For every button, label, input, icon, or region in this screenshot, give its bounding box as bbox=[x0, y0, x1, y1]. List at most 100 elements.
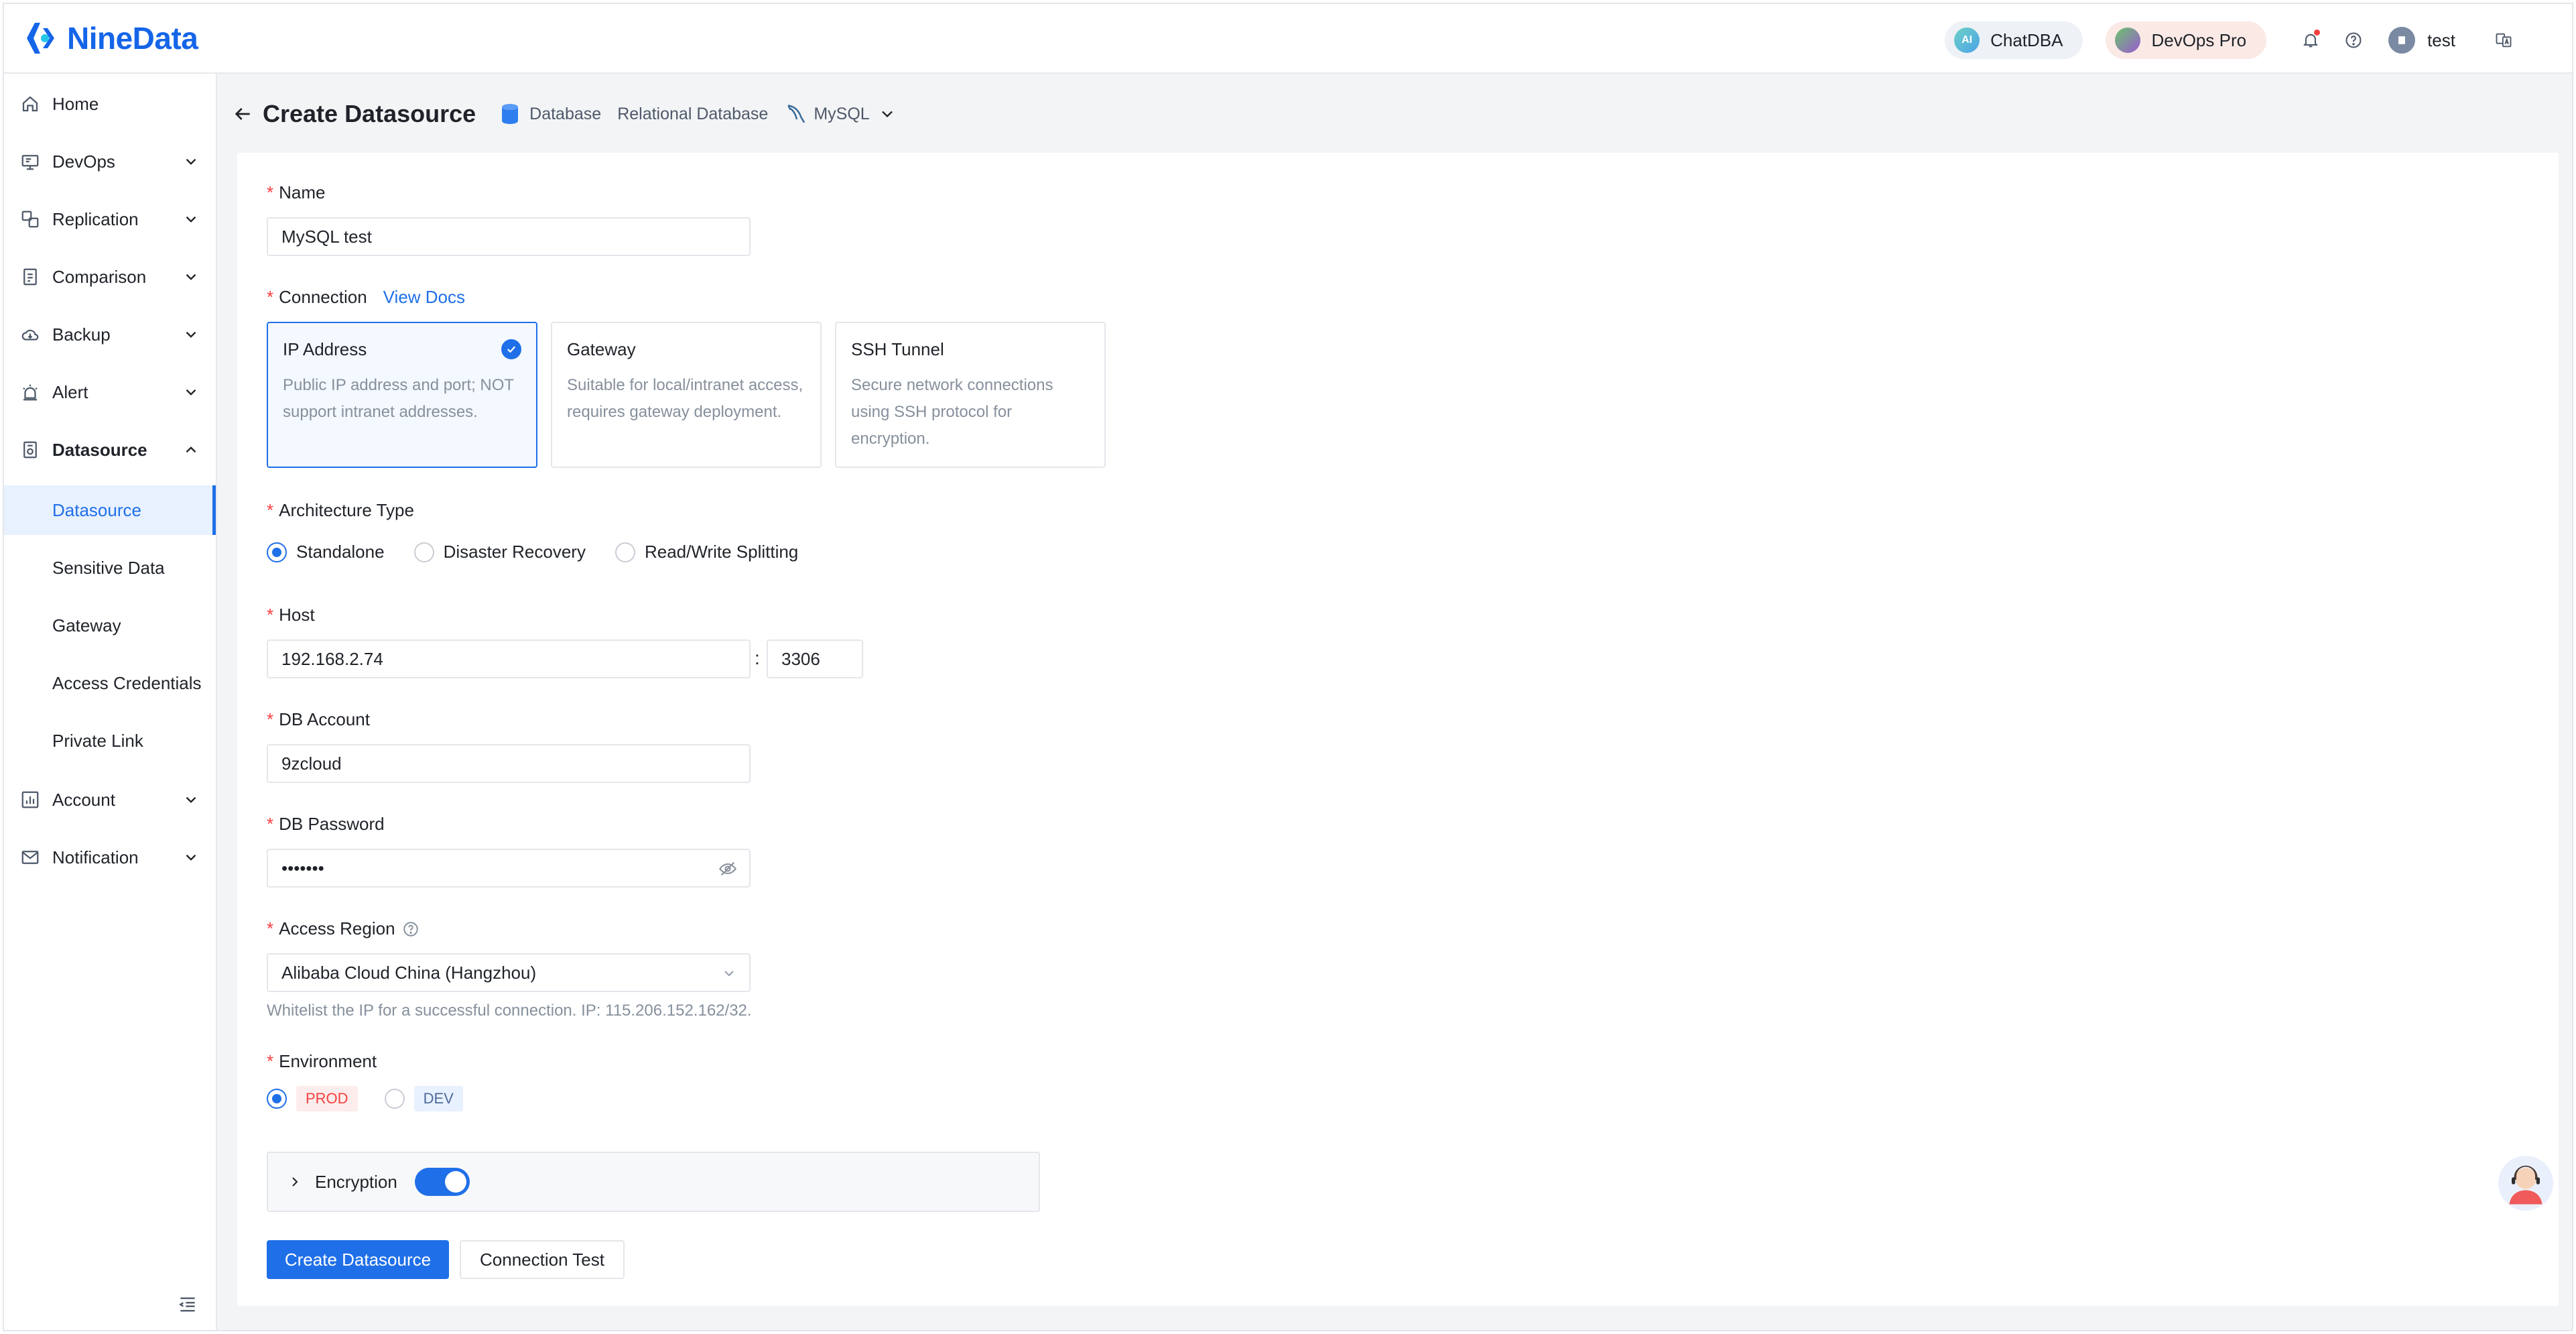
required-mark: * bbox=[267, 500, 274, 520]
connection-option-ip-address[interactable]: IP Address Public IP address and port; N… bbox=[267, 322, 537, 468]
chevron-up-icon bbox=[186, 446, 196, 453]
notification-bell-icon[interactable] bbox=[2300, 29, 2321, 51]
radio-standalone[interactable]: Standalone bbox=[267, 542, 385, 562]
radio-button bbox=[615, 542, 635, 562]
sidebar-item-backup[interactable]: Backup bbox=[4, 306, 216, 363]
create-datasource-button[interactable]: Create Datasource bbox=[267, 1240, 449, 1279]
db-account-label: * DB Account bbox=[267, 709, 370, 730]
sidebar-subitem-datasource[interactable]: Datasource bbox=[4, 485, 216, 535]
sidebar-subitem-label: Sensitive Data bbox=[52, 557, 165, 578]
sidebar-subitem-access-credentials[interactable]: Access Credentials bbox=[4, 658, 216, 708]
dev-tag: DEV bbox=[413, 1086, 463, 1111]
sidebar-item-replication[interactable]: Replication bbox=[4, 190, 216, 248]
db-password-label: * DB Password bbox=[267, 814, 385, 835]
collapse-sidebar-icon[interactable] bbox=[177, 1294, 198, 1315]
connection-option-ssh-tunnel[interactable]: SSH Tunnel Secure network connections us… bbox=[835, 322, 1106, 468]
name-input[interactable]: MySQL test bbox=[267, 217, 751, 256]
chevron-down-icon bbox=[186, 331, 196, 338]
sidebar-item-label: Comparison bbox=[52, 266, 147, 287]
connection-option-desc: Secure network connections using SSH pro… bbox=[851, 376, 1053, 448]
sidebar-item-label: Home bbox=[52, 93, 99, 114]
chatdba-button[interactable]: AI ChatDBA bbox=[1945, 21, 2083, 59]
encryption-toggle[interactable] bbox=[414, 1168, 470, 1196]
breadcrumb-mysql: MySQL bbox=[814, 104, 870, 123]
cloud-backup-icon bbox=[21, 329, 39, 341]
db-password-input[interactable]: ••••••• bbox=[267, 849, 751, 888]
support-assistant-avatar-icon[interactable] bbox=[2498, 1156, 2553, 1211]
prod-tag: PROD bbox=[296, 1086, 358, 1111]
chevron-down-icon[interactable] bbox=[878, 105, 897, 123]
required-mark: * bbox=[267, 182, 274, 202]
chevron-right-icon[interactable] bbox=[287, 1174, 303, 1190]
required-mark: * bbox=[267, 918, 274, 938]
sidebar-subitem-sensitive-data[interactable]: Sensitive Data bbox=[4, 543, 216, 593]
connection-option-gateway[interactable]: Gateway Suitable for local/intranet acce… bbox=[551, 322, 822, 468]
breadcrumb-relational-database: Relational Database bbox=[617, 104, 769, 123]
access-region-hint: Whitelist the IP for a successful connec… bbox=[267, 1002, 752, 1020]
db-account-input[interactable]: 9zcloud bbox=[267, 744, 751, 783]
user-menu[interactable]: test bbox=[2388, 27, 2455, 54]
connection-label: * Connection View Docs bbox=[267, 287, 465, 308]
devops-pro-button[interactable]: DevOps Pro bbox=[2106, 21, 2267, 59]
access-region-select[interactable]: Alibaba Cloud China (Hangzhou) bbox=[267, 953, 751, 992]
name-label-text: Name bbox=[279, 182, 326, 202]
chevron-down-icon bbox=[186, 216, 196, 223]
notification-dot bbox=[2314, 29, 2321, 36]
chevron-down-icon bbox=[186, 796, 196, 803]
help-icon[interactable] bbox=[2343, 29, 2364, 51]
environment-label-text: Environment bbox=[279, 1051, 377, 1071]
header-actions: AI ChatDBA DevOps Pro test bbox=[1945, 21, 2525, 59]
account-icon bbox=[21, 791, 39, 808]
connection-label-text: Connection bbox=[279, 287, 367, 307]
brand-logo[interactable]: NineData bbox=[23, 19, 198, 58]
page-title: Create Datasource bbox=[263, 100, 476, 127]
sidebar-subitem-gateway[interactable]: Gateway bbox=[4, 601, 216, 650]
question-circle-icon[interactable] bbox=[402, 920, 420, 938]
radio-dev[interactable]: DEV bbox=[384, 1086, 463, 1111]
db-account-label-text: DB Account bbox=[279, 709, 370, 729]
radio-disaster-recovery[interactable]: Disaster Recovery bbox=[413, 542, 586, 562]
connection-test-button[interactable]: Connection Test bbox=[460, 1240, 625, 1279]
sidebar-item-devops[interactable]: DevOps bbox=[4, 133, 216, 190]
connection-option-title: SSH Tunnel bbox=[851, 339, 944, 359]
sidebar-subitem-private-link[interactable]: Private Link bbox=[4, 716, 216, 766]
host-label: * Host bbox=[267, 605, 315, 625]
radio-read-write-splitting[interactable]: Read/Write Splitting bbox=[615, 542, 798, 562]
sidebar-item-comparison[interactable]: Comparison bbox=[4, 248, 216, 306]
connection-option-title: Gateway bbox=[567, 339, 636, 359]
required-mark: * bbox=[267, 1051, 274, 1071]
sidebar-item-account[interactable]: Account bbox=[4, 771, 216, 829]
sidebar-item-alert[interactable]: Alert bbox=[4, 363, 216, 421]
back-arrow-icon[interactable] bbox=[232, 103, 253, 125]
encryption-panel: Encryption bbox=[267, 1152, 1040, 1212]
breadcrumb: Database Relational Database MySQL bbox=[500, 101, 897, 127]
eye-off-icon[interactable] bbox=[718, 859, 737, 878]
sidebar-item-notification[interactable]: Notification bbox=[4, 829, 216, 886]
chevron-down-icon bbox=[186, 389, 196, 396]
host-input[interactable]: 192.168.2.74 bbox=[267, 640, 751, 678]
sidebar-item-datasource[interactable]: Datasource bbox=[4, 421, 216, 479]
db-password-label-text: DB Password bbox=[279, 814, 385, 834]
access-region-value: Alibaba Cloud China (Hangzhou) bbox=[281, 962, 537, 983]
view-docs-link[interactable]: View Docs bbox=[383, 287, 465, 308]
mysql-dolphin-icon bbox=[787, 105, 806, 123]
radio-label: Read/Write Splitting bbox=[644, 542, 799, 562]
sidebar-item-home[interactable]: Home bbox=[4, 75, 216, 133]
radio-prod[interactable]: PROD bbox=[267, 1086, 358, 1111]
sidebar-item-label: Alert bbox=[52, 381, 88, 402]
sidebar-subitem-label: Access Credentials bbox=[52, 672, 202, 693]
database-icon bbox=[502, 104, 519, 124]
datasource-icon bbox=[23, 441, 37, 459]
sidebar-item-label: Account bbox=[52, 789, 115, 810]
radio-button bbox=[384, 1089, 405, 1109]
connection-option-title: IP Address bbox=[283, 339, 367, 359]
connection-option-desc: Public IP address and port; NOT support … bbox=[283, 376, 514, 421]
radio-button bbox=[413, 542, 434, 562]
password-mask: ••••••• bbox=[281, 857, 324, 878]
user-avatar bbox=[2388, 27, 2416, 54]
chatdba-label: ChatDBA bbox=[1990, 29, 2063, 50]
comparison-icon bbox=[23, 268, 37, 286]
language-switch-icon[interactable] bbox=[2493, 29, 2514, 51]
name-label: * Name bbox=[267, 182, 325, 203]
port-input[interactable]: 3306 bbox=[767, 640, 863, 678]
